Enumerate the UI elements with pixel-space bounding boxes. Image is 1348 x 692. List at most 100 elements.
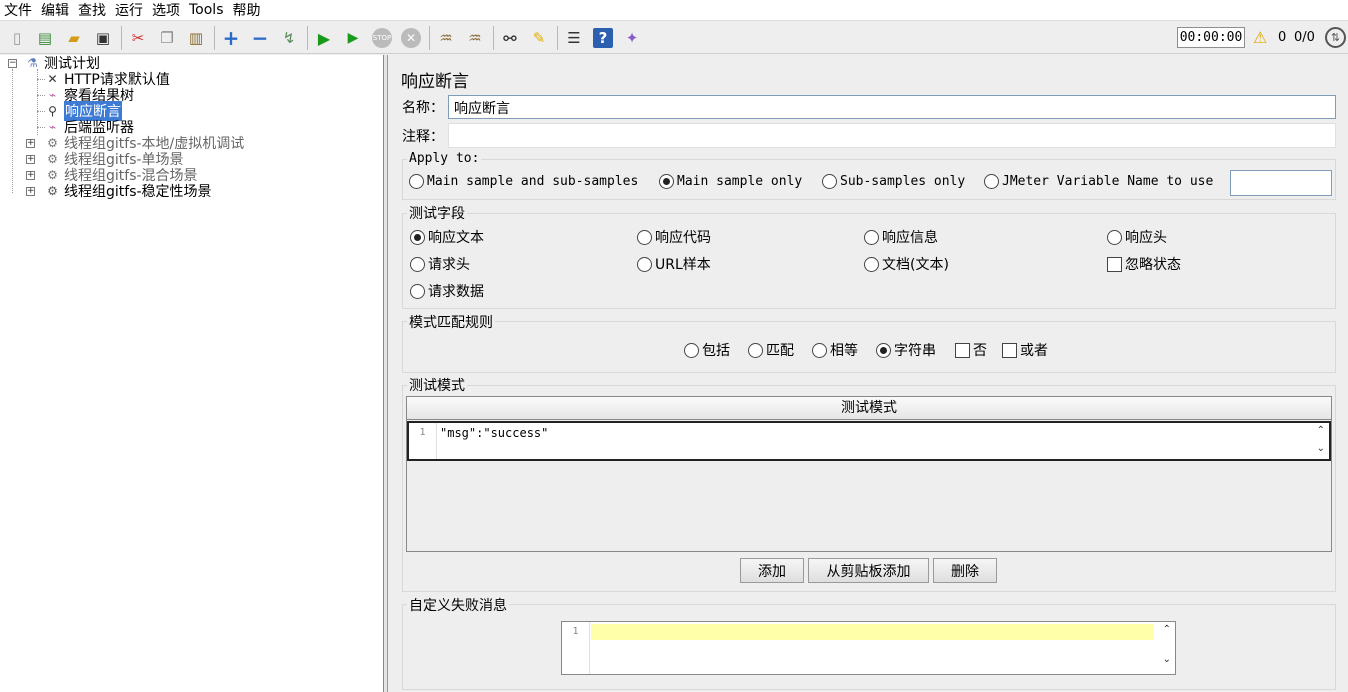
- field-response-message-radio[interactable]: 响应信息: [864, 227, 938, 247]
- apply-variable-radio[interactable]: JMeter Variable Name to use: [984, 174, 1213, 189]
- apply-sub-only-radio[interactable]: Sub-samples only: [822, 174, 965, 189]
- new-icon[interactable]: ▯: [7, 28, 27, 48]
- toggle-icon[interactable]: ↯: [279, 28, 299, 48]
- rule-matches-radio[interactable]: 匹配: [748, 340, 794, 360]
- comment-field[interactable]: [448, 123, 1336, 148]
- radio-label: 相等: [830, 343, 858, 359]
- field-request-data-radio[interactable]: 请求数据: [410, 281, 484, 301]
- remote-icon[interactable]: ✦: [622, 28, 642, 48]
- scroll-up-icon[interactable]: ⌃: [1317, 425, 1325, 436]
- menu-file[interactable]: 文件: [0, 0, 36, 20]
- expand-toggle[interactable]: +: [26, 155, 35, 164]
- jmeter-variable-input[interactable]: [1230, 170, 1332, 196]
- gear-icon: ⚙: [47, 136, 58, 150]
- function-helper-icon[interactable]: ☰: [564, 28, 584, 48]
- elapsed-timer: 00:00:00: [1177, 27, 1245, 48]
- start-icon[interactable]: ▶: [314, 28, 334, 48]
- collapse-icon[interactable]: −: [250, 26, 270, 50]
- delete-button[interactable]: 删除: [933, 558, 997, 583]
- expand-toggle[interactable]: +: [26, 171, 35, 180]
- rule-substring-radio[interactable]: 字符串: [876, 340, 936, 360]
- menu-edit[interactable]: 编辑: [37, 0, 73, 20]
- field-url-sample-radio[interactable]: URL样本: [637, 254, 711, 274]
- radio-circle: [410, 229, 425, 245]
- clear-all-icon[interactable]: ♒: [465, 28, 485, 48]
- radio-circle: [637, 256, 652, 272]
- tools-icon: ✕: [47, 72, 58, 86]
- apply-main-and-sub-radio[interactable]: Main sample and sub-samples: [409, 174, 638, 189]
- menu-tools[interactable]: Tools: [185, 2, 228, 18]
- scroll-down-icon[interactable]: ⌄: [1317, 443, 1325, 454]
- warning-icon[interactable]: ⚠: [1253, 28, 1267, 47]
- rule-equals-radio[interactable]: 相等: [812, 340, 858, 360]
- toolbar-separator: [121, 26, 122, 50]
- toolbar-separator: [307, 26, 308, 50]
- reset-search-icon[interactable]: ✎: [529, 28, 549, 48]
- rule-contains-radio[interactable]: 包括: [684, 340, 730, 360]
- apply-main-only-radio[interactable]: Main sample only: [659, 174, 802, 189]
- pattern-editor[interactable]: 1 "msg":"success" ⌃ ⌄: [407, 421, 1331, 461]
- checkbox-box: [1002, 342, 1017, 358]
- name-field[interactable]: 响应断言: [448, 95, 1336, 119]
- thread-count: 0/0: [1294, 30, 1315, 45]
- toolbar-separator: [557, 26, 558, 50]
- expand-toggle[interactable]: +: [26, 187, 35, 196]
- collapse-toggle[interactable]: −: [8, 59, 17, 68]
- expand-toggle[interactable]: +: [26, 139, 35, 148]
- field-response-headers-radio[interactable]: 响应头: [1107, 227, 1167, 247]
- split-pane-divider[interactable]: [384, 55, 388, 692]
- add-button[interactable]: 添加: [740, 558, 804, 583]
- checkbox-label: 忽略状态: [1125, 257, 1181, 273]
- help-icon[interactable]: ?: [593, 28, 613, 48]
- flask-icon: ⚗: [27, 56, 38, 70]
- scroll-down-icon[interactable]: ⌄: [1163, 654, 1171, 665]
- radio-circle: [1107, 229, 1122, 245]
- field-response-code-radio[interactable]: 响应代码: [637, 227, 711, 247]
- templates-icon[interactable]: ▤: [35, 28, 55, 48]
- field-request-headers-radio[interactable]: 请求头: [410, 254, 470, 274]
- add-from-clipboard-button[interactable]: 从剪贴板添加: [808, 558, 929, 583]
- menu-search[interactable]: 查找: [74, 0, 110, 20]
- copy-icon[interactable]: ❐: [157, 28, 177, 48]
- shutdown-icon[interactable]: ✕: [401, 28, 421, 48]
- save-icon[interactable]: ▣: [93, 28, 113, 48]
- radio-circle: [984, 174, 999, 189]
- toolbar-separator: [429, 26, 430, 50]
- field-response-text-radio[interactable]: 响应文本: [410, 227, 484, 247]
- cut-icon[interactable]: ✂: [128, 28, 148, 48]
- pattern-text[interactable]: "msg":"success": [440, 426, 548, 440]
- open-icon[interactable]: ▰: [64, 28, 84, 48]
- radio-label: 包括: [702, 343, 730, 359]
- apply-to-title: Apply to:: [407, 151, 482, 166]
- expand-icon[interactable]: +: [221, 26, 241, 50]
- panel-title: 响应断言: [401, 72, 469, 92]
- menu-options[interactable]: 选项: [148, 0, 184, 20]
- rule-not-checkbox[interactable]: 否: [955, 340, 987, 360]
- menu-help[interactable]: 帮助: [229, 0, 265, 20]
- rule-or-checkbox[interactable]: 或者: [1002, 340, 1048, 360]
- patterns-column-header[interactable]: 测试模式: [407, 397, 1331, 420]
- ignore-status-checkbox[interactable]: 忽略状态: [1107, 254, 1181, 274]
- custom-message-editor[interactable]: 1 ⌃ ⌄: [561, 621, 1176, 675]
- gear-icon: ⚙: [47, 184, 58, 198]
- remote-status-icon[interactable]: ⇅: [1325, 27, 1346, 48]
- gear-icon: ⚙: [47, 152, 58, 166]
- warning-count: 0: [1278, 30, 1287, 45]
- search-icon[interactable]: ⚯: [500, 28, 520, 48]
- custom-message-text[interactable]: [591, 624, 1154, 640]
- radio-circle: [409, 174, 424, 189]
- radio-circle: [812, 342, 827, 358]
- assertion-panel: 响应断言 名称： 响应断言 注释： Apply to: Main sample …: [389, 55, 1348, 692]
- clear-icon[interactable]: ♒: [436, 28, 456, 48]
- radio-label: Sub-samples only: [840, 174, 966, 189]
- paste-icon[interactable]: ▥: [186, 28, 206, 48]
- stop-icon[interactable]: STOP: [372, 28, 392, 48]
- tree-node-thread-group[interactable]: ⚙ 线程组gitfs-稳定性场景: [44, 183, 212, 200]
- tree-node-label: 线程组gitfs-稳定性场景: [64, 184, 212, 200]
- menu-run[interactable]: 运行: [111, 0, 147, 20]
- start-no-pause-icon[interactable]: ▶: [343, 28, 363, 48]
- radio-circle: [748, 342, 763, 358]
- scroll-up-icon[interactable]: ⌃: [1163, 624, 1171, 635]
- field-document-radio[interactable]: 文档(文本): [864, 254, 949, 274]
- magnifier-icon: ⚲: [48, 104, 57, 118]
